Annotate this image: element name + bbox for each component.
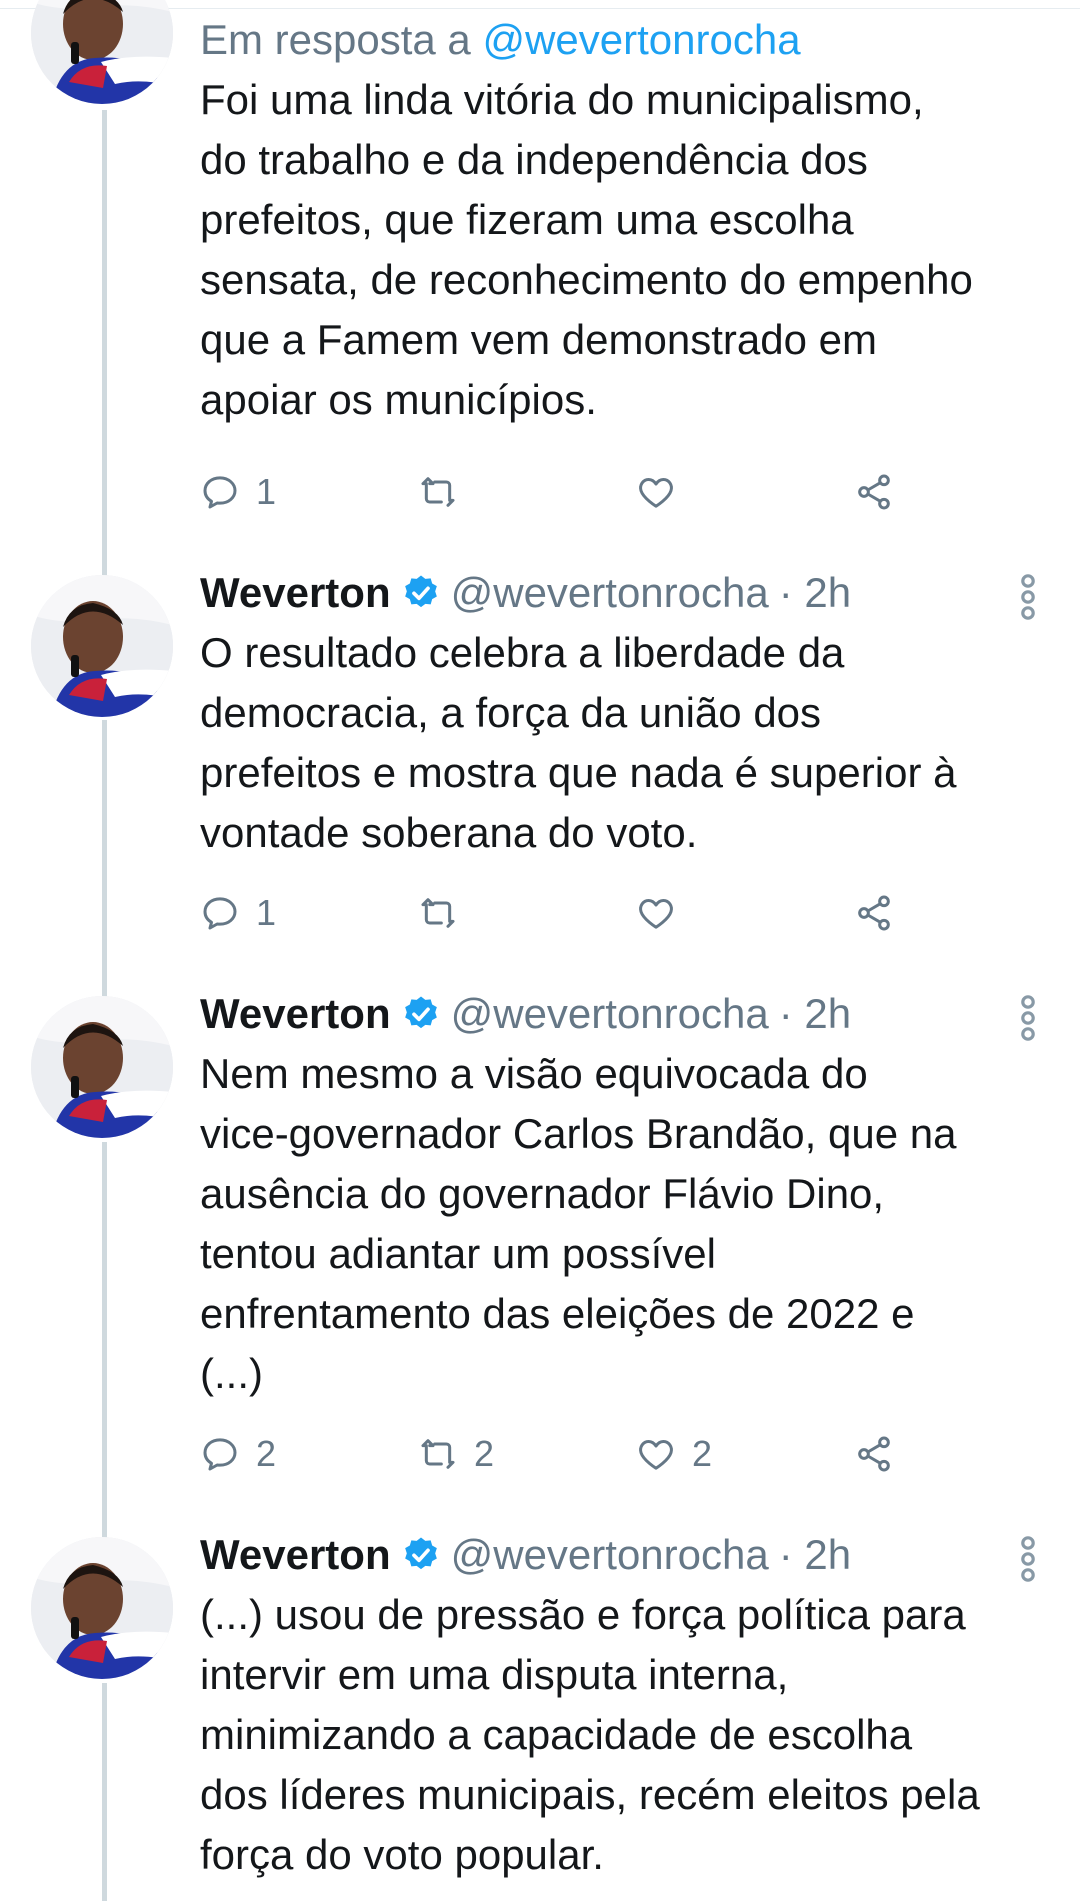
avatar[interactable] bbox=[31, 996, 173, 1138]
reply-count: 1 bbox=[256, 892, 277, 933]
share-icon bbox=[858, 474, 890, 510]
tweet-header: Weverton @wevertonrocha · 2h bbox=[200, 563, 1040, 623]
share-button[interactable] bbox=[854, 883, 894, 943]
verified-badge-icon bbox=[404, 996, 437, 1029]
reply-button[interactable]: 1 bbox=[200, 883, 276, 943]
reply-button[interactable]: 1 bbox=[200, 462, 276, 522]
thread-line bbox=[102, 720, 107, 1020]
author-handle[interactable]: @wevertonrocha bbox=[451, 990, 769, 1038]
retweet-button[interactable] bbox=[418, 883, 474, 943]
reply-icon bbox=[203, 897, 237, 930]
like-count: 2 bbox=[692, 1433, 713, 1474]
tweet-time: · 2h bbox=[778, 569, 852, 616]
more-options-icon[interactable] bbox=[1016, 1535, 1040, 1583]
tweet-text: O resultado celebra a liberdade da democ… bbox=[200, 629, 957, 856]
reply-button[interactable]: 2 bbox=[200, 1424, 276, 1484]
tweet-actions: 2 2 2 bbox=[200, 1424, 960, 1484]
avatar-photo bbox=[31, 0, 173, 104]
avatar[interactable] bbox=[31, 575, 173, 717]
thread-line bbox=[102, 110, 107, 580]
reply-context: Em resposta a @wevertonrocha bbox=[200, 10, 1040, 70]
avatar-photo bbox=[31, 575, 173, 717]
more-options-icon[interactable] bbox=[1016, 994, 1040, 1042]
author-handle[interactable]: @wevertonrocha bbox=[451, 1531, 769, 1579]
reply-icon bbox=[203, 1438, 237, 1471]
tweet-actions: 1 bbox=[200, 462, 960, 522]
like-button[interactable] bbox=[636, 883, 692, 943]
avatar[interactable] bbox=[31, 0, 173, 104]
share-icon bbox=[858, 1436, 890, 1472]
retweet-button[interactable]: 2 bbox=[418, 1424, 494, 1484]
verified-badge-icon bbox=[404, 575, 437, 608]
author-name[interactable]: Weverton bbox=[200, 1531, 391, 1579]
avatar-photo bbox=[31, 996, 173, 1138]
retweet-button[interactable] bbox=[418, 462, 474, 522]
retweet-icon bbox=[421, 1439, 455, 1469]
reply-count: 2 bbox=[256, 1433, 277, 1474]
tweet-text: Nem mesmo a visão equivocada do vice-gov… bbox=[200, 1050, 957, 1397]
share-button[interactable] bbox=[854, 462, 894, 522]
share-button[interactable] bbox=[854, 1424, 894, 1484]
tweet-header: Weverton @wevertonrocha · 2h bbox=[200, 984, 1040, 1044]
author-name[interactable]: Weverton bbox=[200, 569, 391, 617]
thread-line bbox=[102, 1683, 107, 1901]
tweet-header: Weverton @wevertonrocha · 2h bbox=[200, 1525, 1040, 1585]
avatar[interactable] bbox=[31, 1537, 173, 1679]
reply-handle-link[interactable]: @wevertonrocha bbox=[482, 16, 800, 63]
tweet-text: (...) usou de pressão e força política p… bbox=[200, 1591, 980, 1878]
avatar-photo bbox=[31, 1537, 173, 1679]
like-icon bbox=[639, 1440, 673, 1470]
tweet-text: Foi uma linda vitória do municipalismo, … bbox=[200, 76, 973, 423]
tweet-time: · 2h bbox=[778, 990, 852, 1037]
retweet-icon bbox=[421, 898, 455, 928]
more-options-icon[interactable] bbox=[1016, 573, 1040, 621]
share-icon bbox=[858, 895, 890, 931]
verified-badge-icon bbox=[404, 1537, 437, 1570]
like-icon bbox=[639, 899, 673, 929]
retweet-icon bbox=[421, 477, 455, 507]
like-button[interactable] bbox=[636, 462, 692, 522]
tweet-actions: 1 bbox=[200, 883, 960, 943]
reply-prefix: Em resposta a bbox=[200, 16, 483, 63]
thread-line bbox=[102, 1142, 107, 1562]
retweet-count: 2 bbox=[474, 1433, 495, 1474]
tweet-time: · 2h bbox=[778, 1531, 852, 1578]
author-name[interactable]: Weverton bbox=[200, 990, 391, 1038]
reply-count: 1 bbox=[256, 471, 277, 512]
like-icon bbox=[639, 478, 673, 508]
author-handle[interactable]: @wevertonrocha bbox=[451, 569, 769, 617]
reply-icon bbox=[203, 476, 237, 509]
like-button[interactable]: 2 bbox=[636, 1424, 712, 1484]
